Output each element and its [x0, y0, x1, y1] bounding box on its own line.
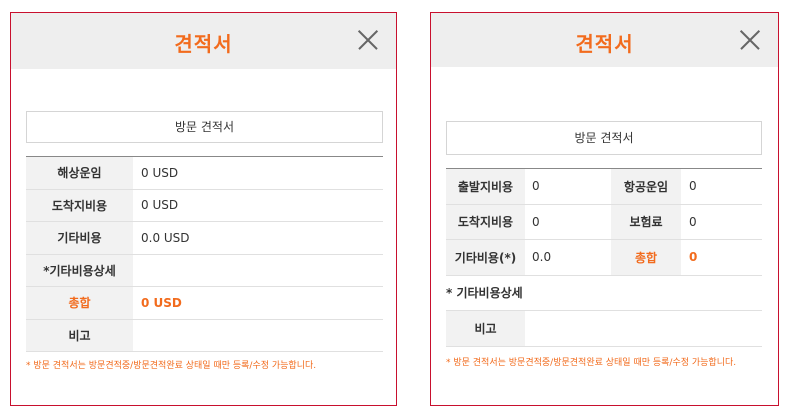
row-value: 0.0	[532, 250, 552, 265]
row-label: 항공운임	[611, 169, 681, 204]
row-label: *기타비용상세	[26, 254, 133, 286]
row-label: 기타비용(*)	[446, 240, 525, 275]
row-value: 0	[532, 179, 540, 194]
total-label: 총합	[611, 240, 681, 275]
detail-label: * 기타비용상세	[446, 286, 523, 301]
row-label: 해상운임	[26, 157, 133, 189]
total-label: 총합	[26, 287, 133, 319]
modal-header: 견적서	[11, 13, 396, 69]
row-label: 비고	[26, 319, 133, 351]
row-value: 0	[689, 179, 697, 194]
row-value	[133, 255, 383, 287]
modal-title: 견적서	[174, 32, 233, 56]
row-label: 출발지비용	[446, 169, 525, 204]
row-label: 도착지비용	[26, 189, 133, 221]
notice-text: * 방문 견적서는 방문견적중/방문견적완료 상태일 때만 등록/수정 가능합니…	[446, 358, 737, 368]
total-value: 0 USD	[141, 295, 182, 310]
visit-estimate-button[interactable]: 방문 견적서	[26, 111, 383, 143]
total-value: 0	[689, 250, 698, 265]
modal-header: 견적서	[431, 13, 778, 67]
row-label: 비고	[446, 311, 525, 346]
table-row: *기타비용상세	[26, 254, 383, 287]
row-value: 0 USD	[141, 165, 179, 180]
table-row: 기타비용 0.0 USD	[26, 222, 383, 255]
row-label: 보험료	[611, 204, 681, 239]
estimate-panel-right: 견적서 방문 견적서 출발지비용 0 항공운임 0 도착지비용 0 보험료 0 …	[430, 12, 779, 406]
close-icon[interactable]	[358, 30, 378, 50]
table-row: 비고	[26, 319, 383, 352]
table-row: 도착지비용 0 USD	[26, 189, 383, 222]
estimate-panel-left: 견적서 방문 견적서 해상운임 0 USD 도착지비용 0 USD 기타비용 0…	[10, 12, 397, 406]
close-icon[interactable]	[740, 30, 760, 50]
row-label: 기타비용	[26, 222, 133, 254]
remark-value	[133, 320, 383, 352]
row-value: 0 USD	[141, 198, 179, 213]
estimate-table: 출발지비용 0 항공운임 0 도착지비용 0 보험료 0 기타비용(*) 0.0…	[446, 168, 762, 347]
row-value: 0.0 USD	[141, 230, 190, 245]
row-value: 0	[689, 214, 697, 229]
table-row: 해상운임 0 USD	[26, 157, 383, 190]
table-row: 기타비용(*) 0.0 총합 0	[446, 240, 762, 276]
remark-value	[525, 311, 762, 346]
row-label: 도착지비용	[446, 204, 525, 239]
visit-estimate-button[interactable]: 방문 견적서	[446, 121, 762, 155]
notice-text: * 방문 견적서는 방문견적중/방문견적완료 상태일 때만 등록/수정 가능합니…	[26, 361, 317, 371]
table-row: 출발지비용 0 항공운임 0	[446, 169, 762, 205]
table-row: 비고	[446, 311, 762, 347]
modal-title: 견적서	[575, 32, 634, 56]
estimate-table: 해상운임 0 USD 도착지비용 0 USD 기타비용 0.0 USD *기타비…	[26, 156, 383, 352]
detail-row: * 기타비용상세	[446, 276, 762, 311]
table-row-total: 총합 0 USD	[26, 287, 383, 320]
row-value: 0	[532, 214, 540, 229]
table-row: 도착지비용 0 보험료 0	[446, 204, 762, 240]
